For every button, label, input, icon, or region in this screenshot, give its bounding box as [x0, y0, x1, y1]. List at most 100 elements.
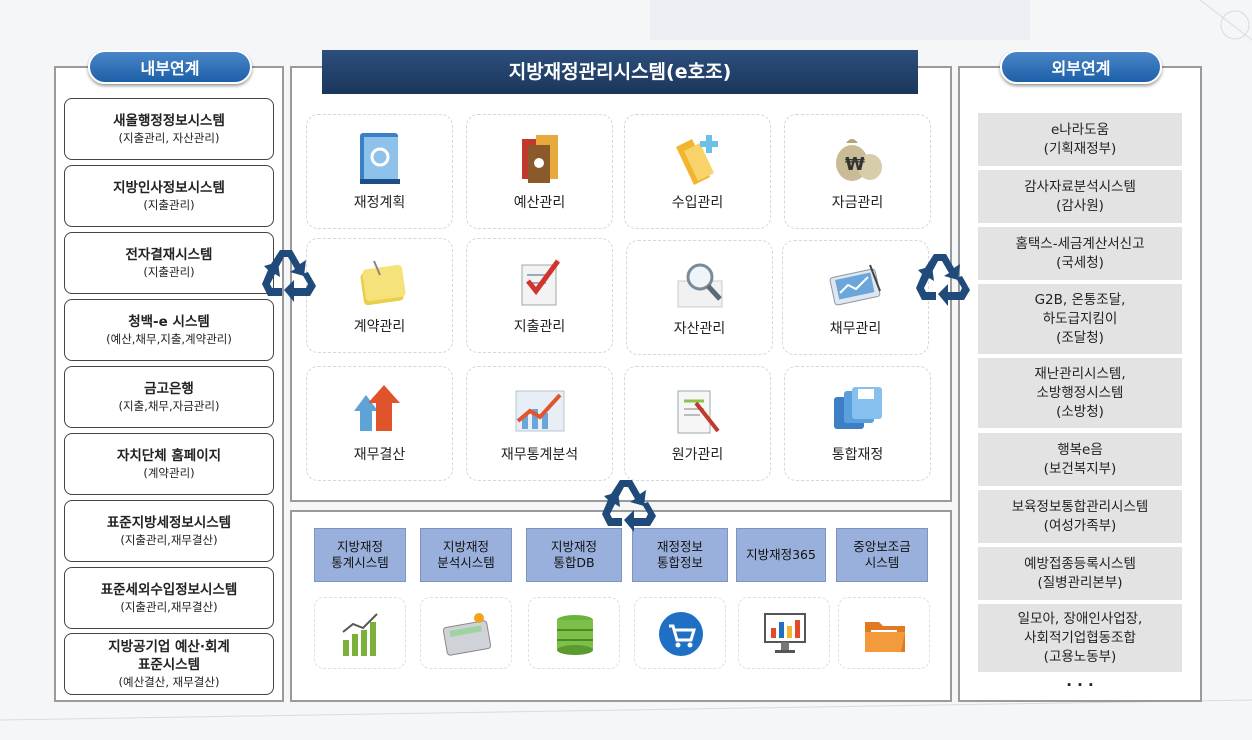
module-tile: 재정계획 — [306, 114, 453, 229]
module-label: 자산관리 — [673, 321, 726, 337]
external-system-line: G2B, 온통조달, — [1034, 291, 1126, 308]
module-tile: 재무결산 — [306, 366, 453, 481]
info-system-label: 지방재정 통합DB — [550, 539, 597, 570]
info-system-box: 재정정보 통합정보 — [632, 528, 728, 582]
info-system-label: 지방재정 분석시스템 — [437, 539, 495, 570]
internal-system-name: 청백-e 시스템 — [128, 314, 210, 330]
monitor-chart-icon — [764, 613, 806, 653]
info-system-box: 지방재정 분석시스템 — [420, 528, 512, 582]
bar-chart-icon — [342, 613, 378, 656]
internal-system-usage: (지출관리) — [143, 265, 195, 279]
up-arrows-icon — [354, 385, 400, 431]
recycle-icon — [262, 250, 316, 302]
module-label: 재무통계분석 — [500, 447, 579, 463]
module-label: 재무결산 — [353, 447, 406, 463]
module-label: 재정계획 — [353, 195, 406, 211]
internal-system-usage: (예산,채무,지출,계약관리) — [106, 332, 232, 346]
recycle-icon — [602, 480, 656, 532]
info-system-icon-tile — [738, 597, 830, 669]
module-label: 계약관리 — [353, 319, 406, 335]
internal-system-usage: (지출,채무,자금관리) — [118, 399, 220, 413]
calculator-icon — [443, 613, 491, 656]
trend-chart-icon — [515, 390, 565, 432]
external-system-line: 사회적기업협동조합 — [1024, 629, 1136, 646]
external-system-box: 재난관리시스템, 소방행정시스템 (소방청) — [978, 358, 1182, 428]
info-system-box: 지방재정 통계시스템 — [314, 528, 406, 582]
internal-system-box: 청백-e 시스템 (예산,채무,지출,계약관리) — [64, 299, 274, 361]
floppy-disks-icon — [834, 387, 882, 429]
external-system-line: 홈택스-세금계산서신고 — [1015, 235, 1145, 252]
module-label: 원가관리 — [671, 447, 724, 463]
note-icon — [360, 260, 406, 306]
external-system-box: 일모아, 장애인사업장, 사회적기업협동조합 (고용노동부) — [978, 604, 1182, 672]
module-tile: 예산관리 — [466, 114, 613, 229]
internal-system-box: 자치단체 홈페이지 (계약관리) — [64, 433, 274, 495]
info-system-icon-tile — [420, 597, 512, 669]
internal-system-box: 지방공기업 예산·회계 표준시스템 (예산결산, 재무결산) — [64, 633, 274, 695]
external-system-agency: (소방청) — [1056, 403, 1104, 420]
module-label: 수입관리 — [671, 195, 724, 211]
external-system-line: 일모아, 장애인사업장, — [1017, 610, 1143, 627]
info-system-box: 지방재정365 — [736, 528, 826, 582]
external-system-line: 하도급지킴이 — [1042, 310, 1118, 327]
info-system-label: 지방재정 통계시스템 — [331, 539, 389, 570]
external-system-box: 행복e음 (보건복지부) — [978, 433, 1182, 486]
internal-system-box: 전자결재시스템 (지출관리) — [64, 232, 274, 294]
external-system-box: 보육정보통합관리시스템 (여성가족부) — [978, 490, 1182, 543]
svg-text:₩: ₩ — [845, 154, 865, 175]
internal-system-name: 새올행정정보시스템 — [113, 113, 225, 129]
external-system-agency: (기획재정부) — [1043, 140, 1117, 157]
info-system-icon-tile — [634, 597, 726, 669]
info-system-label: 재정정보 통합정보 — [656, 539, 703, 570]
external-system-box: 홈택스-세금계산서신고 (국세청) — [978, 227, 1182, 280]
internal-system-usage: (지출관리,재무결산) — [120, 600, 218, 614]
module-tile: 원가관리 — [624, 366, 771, 481]
external-system-agency: (보건복지부) — [1043, 460, 1117, 477]
document-pen-icon — [677, 390, 720, 434]
external-system-box: e나라도움 (기획재정부) — [978, 113, 1182, 166]
external-system-line: 보육정보통합관리시스템 — [1011, 498, 1149, 515]
internal-system-name: 지방공기업 예산·회계 — [108, 639, 230, 655]
module-label: 지출관리 — [513, 319, 566, 335]
database-icon — [557, 615, 593, 655]
internal-system-name-line2: 표준시스템 — [137, 657, 201, 673]
external-system-agency: (여성가족부) — [1043, 517, 1117, 534]
info-system-box: 중앙보조금 시스템 — [836, 528, 928, 582]
external-link-title: 외부연계 — [1000, 50, 1162, 84]
external-system-box: 감사자료분석시스템 (감사원) — [978, 170, 1182, 223]
module-tile: 자산관리 — [626, 240, 773, 355]
info-system-icon-tile — [528, 597, 620, 669]
shopping-cart-icon — [659, 612, 703, 656]
module-tile: 통합재정 — [784, 366, 931, 481]
internal-system-box: 표준세외수입정보시스템 (지출관리,재무결산) — [64, 567, 274, 629]
module-tile: 지출관리 — [466, 238, 613, 353]
module-tile: 채무관리 — [782, 240, 929, 355]
module-tile: 수입관리 — [624, 114, 771, 229]
folder-icon — [865, 622, 905, 652]
external-system-line: e나라도움 — [1051, 121, 1109, 138]
external-system-line: 소방행정시스템 — [1036, 384, 1124, 401]
external-system-box: G2B, 온통조달, 하도급지킴이 (조달청) — [978, 284, 1182, 354]
module-tile: 재무통계분석 — [466, 366, 613, 481]
efinance-system-title: 지방재정관리시스템(e호조) — [322, 50, 918, 94]
internal-system-name: 표준지방세정보시스템 — [106, 515, 232, 531]
money-bag-icon: ₩ — [836, 139, 882, 181]
module-tile: ₩ 자금관리 — [784, 114, 931, 229]
module-label: 통합재정 — [831, 447, 884, 463]
documents-icon — [522, 135, 558, 183]
info-system-icon-tile — [314, 597, 406, 669]
info-system-label: 지방재정365 — [746, 547, 816, 562]
internal-system-usage: (예산결산, 재무결산) — [118, 675, 220, 689]
external-system-box: 예방접종등록시스템 (질병관리본부) — [978, 547, 1182, 600]
internal-system-name: 지방인사정보시스템 — [113, 180, 225, 196]
recycle-icon — [916, 254, 970, 306]
external-system-line: 재난관리시스템, — [1034, 365, 1126, 382]
internal-system-name: 전자결재시스템 — [125, 247, 213, 263]
external-system-line: 행복e음 — [1057, 441, 1103, 458]
module-label: 자금관리 — [831, 195, 884, 211]
folder-plus-icon — [676, 135, 718, 185]
internal-system-box: 금고은행 (지출,채무,자금관리) — [64, 366, 274, 428]
info-system-box: 지방재정 통합DB — [526, 528, 622, 582]
internal-system-box: 지방인사정보시스템 (지출관리) — [64, 165, 274, 227]
module-label: 채무관리 — [829, 321, 882, 337]
